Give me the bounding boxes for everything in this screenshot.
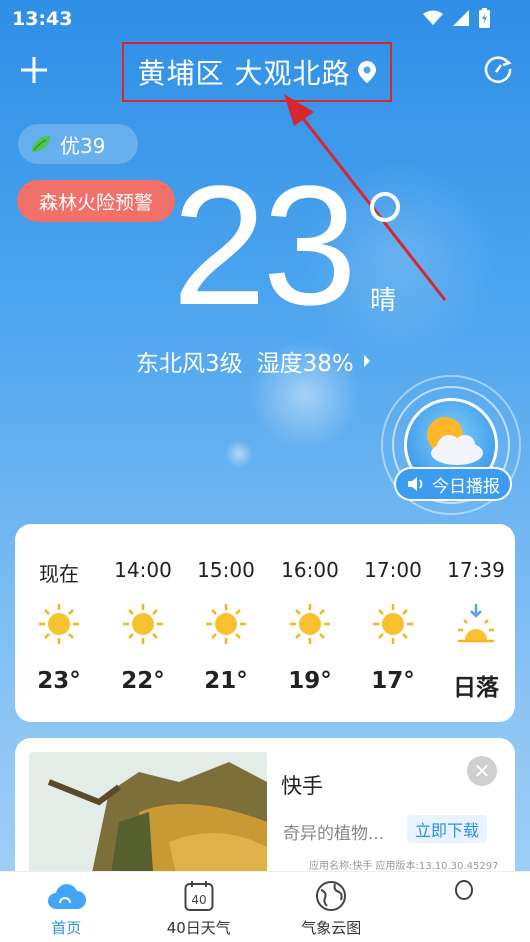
sun-icon (270, 602, 350, 646)
close-icon: ✕ (473, 759, 491, 783)
close-ad-button[interactable]: ✕ (467, 756, 497, 786)
location-pin-icon (358, 61, 377, 83)
bottom-nav: 首页 40 40日天气 气象云图 (0, 871, 530, 942)
refresh-icon[interactable] (482, 53, 514, 85)
nav-label: 40日天气 (166, 919, 231, 937)
hour-time: 17:00 (364, 558, 422, 582)
leaf-icon (32, 136, 50, 152)
wifi-icon (423, 10, 443, 25)
hour-time: 15:00 (197, 558, 255, 582)
hour-temperature: 17° (371, 668, 415, 694)
nav-item-profile[interactable] (398, 872, 530, 942)
hour-time: 14:00 (114, 558, 172, 582)
background-glow (225, 440, 253, 468)
status-bar: 13:43 (0, 0, 530, 38)
hour-temperature: 22° (121, 668, 165, 694)
sun-icon (186, 602, 266, 646)
sunset-label: 日落 (453, 675, 499, 701)
current-temperature: 23 (172, 151, 357, 341)
hour-time: 现在 (39, 562, 79, 586)
add-city-icon[interactable] (18, 54, 50, 86)
hour-temperature: 19° (288, 668, 332, 694)
speaker-icon (408, 477, 423, 491)
calendar-40-icon: 40 (184, 881, 214, 911)
cloud-icon (48, 884, 87, 909)
location-name: 黄埔区 大观北路 (137, 57, 351, 90)
ad-meta: 应用名称:快手 应用版本:13.10.30.45297 (309, 861, 499, 872)
globe-icon (316, 881, 347, 911)
forest-fire-warning-badge[interactable]: 森林火险预警 (17, 180, 175, 222)
sun-icon (103, 602, 183, 646)
hourly-forecast-card[interactable]: 现在 14:00 15:00 16:00 17:00 17:39 23° 22°… (15, 524, 515, 722)
aqi-label: 优39 (60, 133, 106, 158)
humidity-label: 湿度38% (256, 351, 354, 377)
nav-item-home[interactable]: 首页 (0, 872, 133, 942)
sunset-icon (436, 602, 516, 646)
ad-image[interactable] (29, 752, 267, 887)
sun-icon (19, 602, 99, 646)
sun-icon (353, 602, 433, 646)
nav-item-40day[interactable]: 40 40日天气 (133, 872, 266, 942)
nav-label: 首页 (51, 919, 82, 937)
hour-temperature: 23° (37, 668, 81, 694)
status-time: 13:43 (12, 8, 73, 30)
nav-item-cloud-map[interactable]: 气象云图 (265, 872, 398, 942)
ad-description: 奇异的植物... (283, 824, 385, 844)
hour-temperature: 21° (204, 668, 248, 694)
today-broadcast-button[interactable]: 今日播报 (394, 467, 512, 501)
aqi-badge[interactable]: 优39 (18, 124, 138, 164)
hour-time: 16:00 (281, 558, 339, 582)
wind-label: 东北风3级 (136, 351, 243, 377)
system-icons (423, 8, 490, 28)
broadcast-label: 今日播报 (432, 476, 500, 497)
weather-condition: 晴 (370, 286, 397, 316)
chevron-right-icon (363, 355, 370, 367)
battery-icon (479, 8, 490, 28)
ad-title: 快手 (281, 774, 323, 798)
hour-time: 17:39 (447, 558, 505, 582)
nav-label: 气象云图 (301, 919, 362, 937)
svg-text:40: 40 (191, 893, 206, 907)
degree-symbol (370, 192, 400, 222)
wind-humidity-row[interactable]: 东北风3级 湿度38% (136, 344, 370, 378)
signal-icon (453, 10, 469, 26)
download-button[interactable]: 立即下载 (407, 815, 487, 843)
profile-icon (454, 880, 473, 900)
